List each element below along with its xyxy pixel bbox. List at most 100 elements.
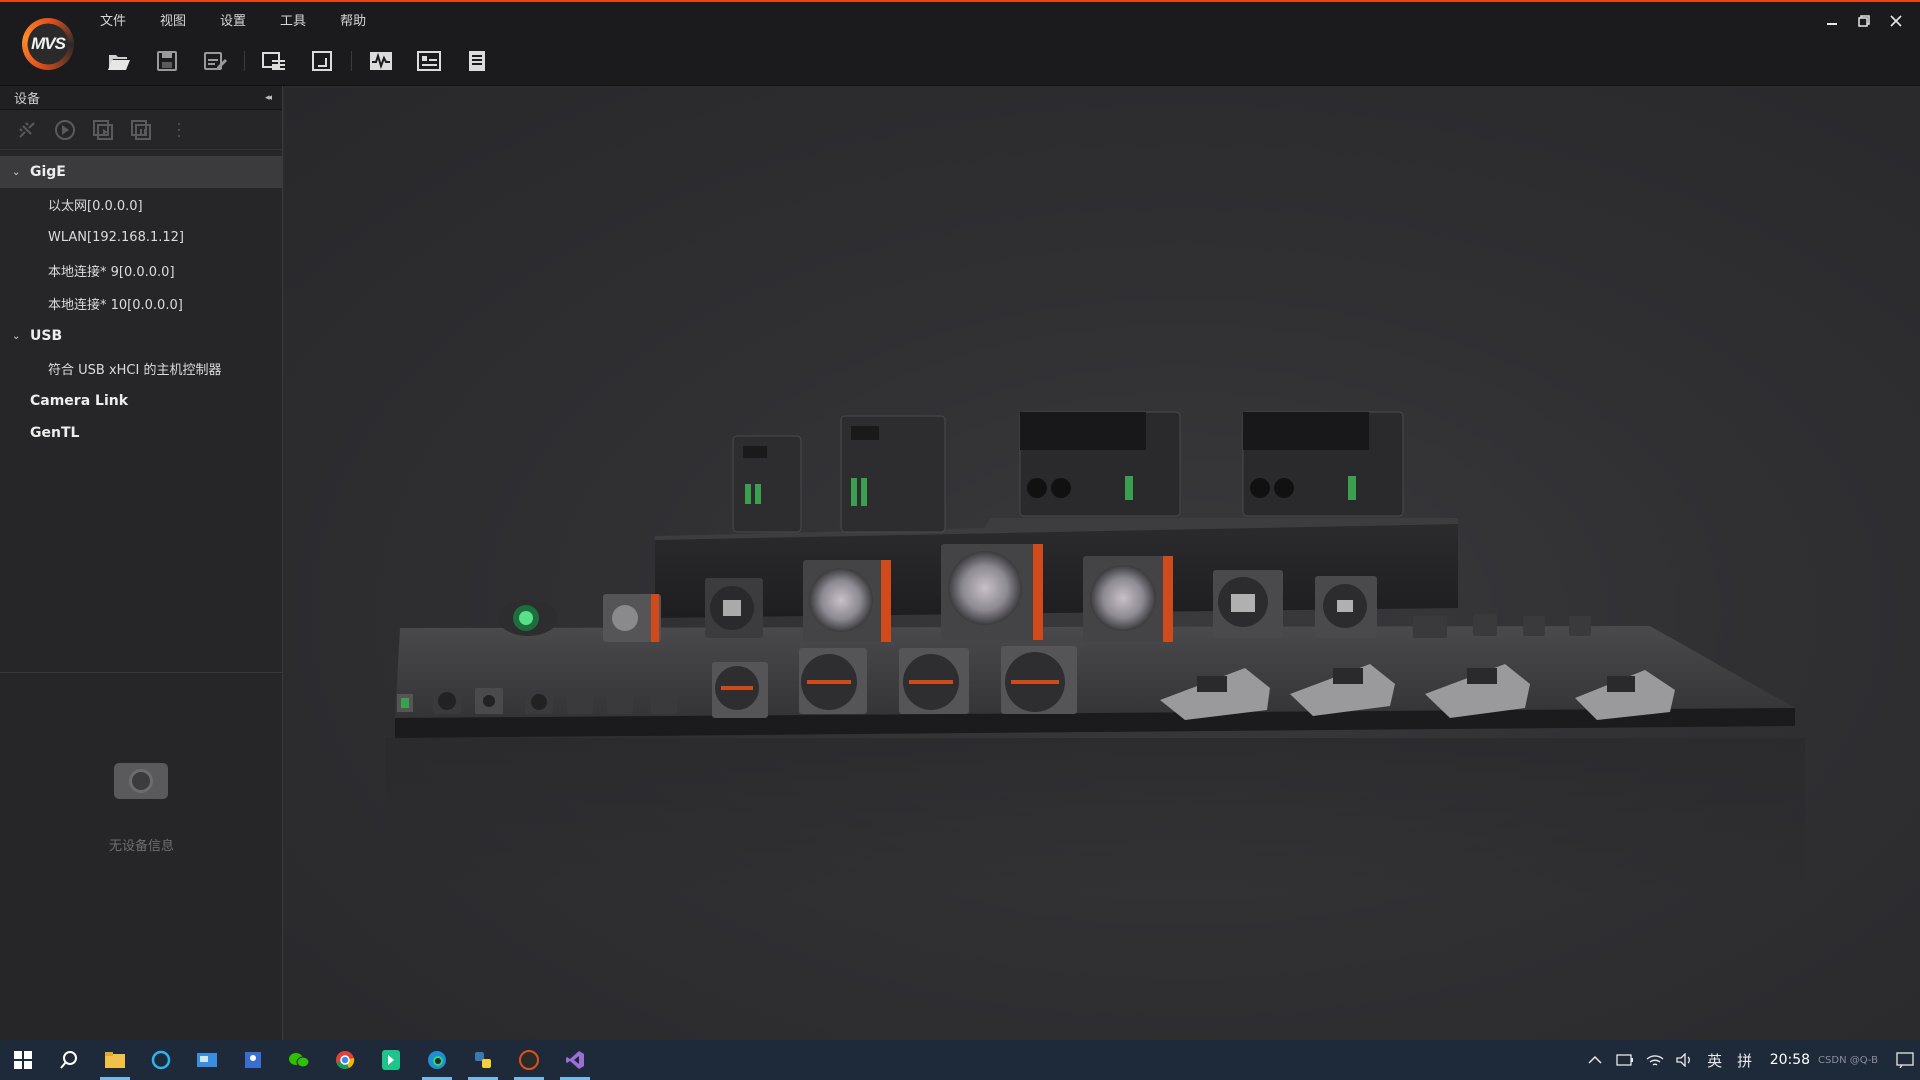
people-icon: [245, 1052, 261, 1068]
start-grab-button[interactable]: [52, 117, 78, 143]
chevron-up-icon: [1588, 1055, 1602, 1064]
save-as-icon: [204, 52, 227, 70]
device-list-button[interactable]: [259, 47, 289, 75]
tree-group-camera-link[interactable]: Camera Link: [0, 385, 282, 417]
restore-icon: [1858, 15, 1870, 27]
wifi-tray[interactable]: [1640, 1040, 1670, 1080]
tree-group-gige[interactable]: ⌄ GigE: [0, 156, 282, 188]
menu-settings[interactable]: 设置: [220, 8, 246, 32]
taskbar-cortana[interactable]: [138, 1040, 184, 1080]
taskbar-app-blue[interactable]: [184, 1040, 230, 1080]
tree-item-wlan[interactable]: WLAN[192.168.1.12]: [0, 221, 282, 254]
tree-group-label: GigE: [30, 164, 66, 180]
chevron-down-icon[interactable]: ⌄: [12, 331, 28, 342]
menu-tools[interactable]: 工具: [280, 8, 306, 32]
taskbar-python[interactable]: [460, 1040, 506, 1080]
multi-stop-icon: [131, 119, 151, 140]
menu-view[interactable]: 视图: [160, 8, 186, 32]
wifi-icon: [1646, 1055, 1664, 1066]
open-folder-button[interactable]: [104, 47, 134, 75]
device-tree: ⌄ GigE 以太网[0.0.0.0] WLAN[192.168.1.12] 本…: [0, 150, 282, 449]
battery-icon: [1616, 1054, 1633, 1066]
menu-help[interactable]: 帮助: [340, 8, 366, 32]
app-green-icon: [382, 1050, 400, 1070]
restore-button[interactable]: [1848, 10, 1880, 32]
tree-item-usb-xhci[interactable]: 符合 USB xHCI 的主机控制器: [0, 352, 282, 385]
taskbar-mvs[interactable]: [506, 1040, 552, 1080]
log-icon: [469, 51, 485, 71]
volume-tray[interactable]: [1670, 1040, 1700, 1080]
search-icon: [60, 1051, 77, 1069]
taskbar-visual-studio[interactable]: [552, 1040, 598, 1080]
taskbar-app-people[interactable]: [230, 1040, 276, 1080]
disconnect-icon: [19, 121, 35, 138]
start-all-button[interactable]: [90, 117, 116, 143]
minimize-button[interactable]: [1816, 10, 1848, 32]
battery-tray[interactable]: [1610, 1040, 1640, 1080]
system-tray: 英 拼 20:58 CSDN @Q-B: [1580, 1040, 1920, 1080]
fullscreen-icon: [312, 51, 332, 71]
window-controls: [1816, 10, 1912, 32]
log-button[interactable]: [462, 47, 492, 75]
main-workspace: [285, 88, 1920, 1042]
taskbar-clock[interactable]: 20:58: [1760, 1052, 1818, 1068]
save-button[interactable]: [152, 47, 182, 75]
play-icon: [55, 119, 75, 140]
tree-group-label: USB: [30, 328, 63, 344]
start-button[interactable]: [0, 1040, 46, 1080]
fullscreen-button[interactable]: [307, 47, 337, 75]
toolbar-separator: [244, 51, 245, 71]
tree-group-gentl[interactable]: GenTL: [0, 417, 282, 449]
tree-group-label: Camera Link: [30, 393, 129, 409]
waveform-button[interactable]: [366, 47, 396, 75]
speaker-icon: [1676, 1053, 1690, 1067]
product-showcase-image: [385, 411, 1805, 898]
wechat-icon: [289, 1053, 310, 1068]
show-hidden-icons[interactable]: [1580, 1040, 1610, 1080]
taskbar-edge[interactable]: [414, 1040, 460, 1080]
search-button[interactable]: [46, 1040, 92, 1080]
collapse-panel-button[interactable]: ◂◂: [265, 93, 272, 103]
taskbar-wechat[interactable]: [276, 1040, 322, 1080]
chrome-icon: [336, 1051, 355, 1069]
tree-item-ethernet[interactable]: 以太网[0.0.0.0]: [0, 188, 282, 221]
mvs-app-icon: [519, 1050, 539, 1070]
more-vertical-icon: [178, 122, 180, 137]
chevron-down-icon[interactable]: ⌄: [12, 167, 28, 178]
device-info-panel: 无设备信息: [0, 672, 283, 1042]
windows-logo-icon: [14, 1051, 32, 1069]
taskbar-app-green[interactable]: [368, 1040, 414, 1080]
property-icon: [417, 51, 441, 71]
visual-studio-icon: [566, 1051, 584, 1069]
menu-file[interactable]: 文件: [100, 8, 126, 32]
logo-text: MVS: [31, 34, 66, 53]
notification-icon: [1896, 1052, 1914, 1068]
property-button[interactable]: [414, 47, 444, 75]
folder-icon: [105, 1052, 125, 1068]
ime-mode[interactable]: 拼: [1730, 1040, 1760, 1080]
close-button[interactable]: [1880, 10, 1912, 32]
stop-all-button[interactable]: [128, 117, 154, 143]
app-window-icon: [197, 1053, 217, 1067]
python-icon: [475, 1052, 491, 1068]
disconnect-button[interactable]: [14, 117, 40, 143]
tree-group-label: GenTL: [30, 425, 80, 441]
more-options-button[interactable]: [166, 117, 192, 143]
tree-item-local-9[interactable]: 本地连接* 9[0.0.0.0]: [0, 254, 282, 287]
tree-item-local-10[interactable]: 本地连接* 10[0.0.0.0]: [0, 287, 282, 320]
tree-group-usb[interactable]: ⌄ USB: [0, 320, 282, 352]
minimize-icon: [1827, 23, 1837, 25]
taskbar-file-explorer[interactable]: [92, 1040, 138, 1080]
save-icon: [157, 51, 177, 71]
device-panel: 设备 ◂◂ ⌄ GigE 以太网[0.0.0.0] WLAN[192.168.1…: [0, 86, 283, 1042]
controller-boxes: [732, 411, 1404, 533]
ime-language[interactable]: 英: [1700, 1040, 1730, 1080]
device-panel-title: 设备: [14, 92, 41, 107]
title-toolbar-area: MVS 文件 视图 设置 工具 帮助: [0, 2, 1920, 86]
save-as-button[interactable]: [200, 47, 230, 75]
csdn-watermark: CSDN @Q-B: [1818, 1054, 1878, 1066]
menu-bar: 文件 视图 设置 工具 帮助: [100, 8, 400, 32]
mvs-logo: MVS: [22, 18, 74, 70]
taskbar-chrome[interactable]: [322, 1040, 368, 1080]
notification-center[interactable]: [1890, 1040, 1920, 1080]
